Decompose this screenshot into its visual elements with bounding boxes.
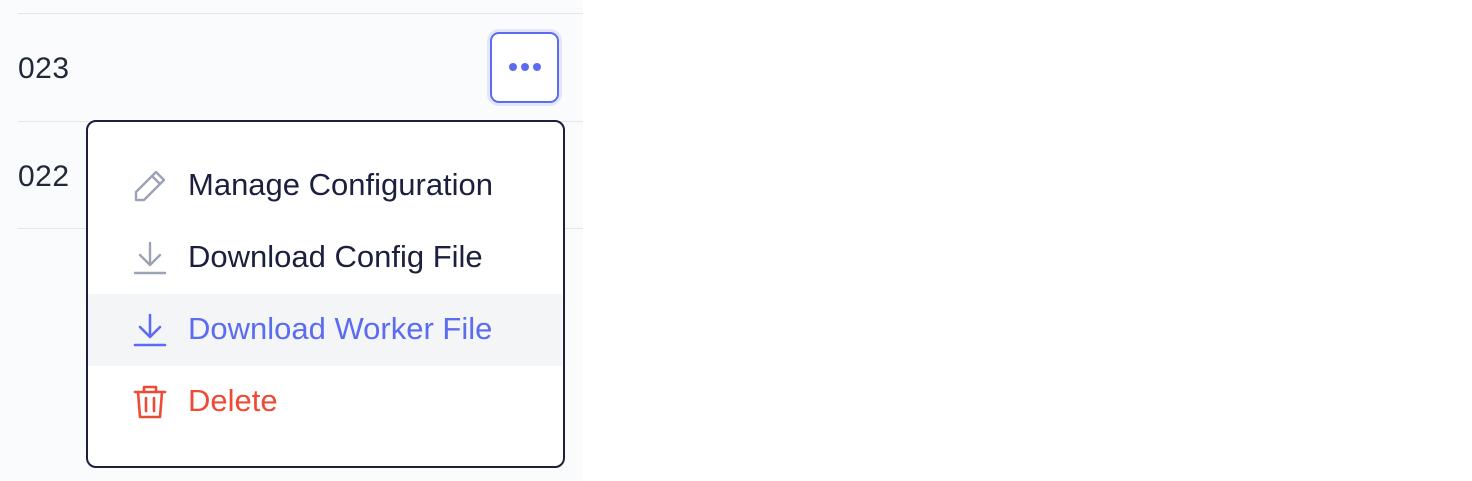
menu-item-label: Delete [188,383,278,418]
trash-icon [132,384,168,420]
menu-item-label: Download Config File [188,239,483,274]
pencil-icon [132,168,168,204]
row-name-cell: 022 [18,160,70,193]
row-actions-button[interactable] [490,32,559,103]
row-actions-menu: Manage Configuration Download Config Fil… [86,120,565,468]
download-icon [132,240,168,276]
row-name-cell: 023 [18,52,70,85]
menu-item-download-worker-file[interactable]: Download Worker File [88,294,562,366]
more-horizontal-icon [507,59,543,77]
screen: 023 022 Manage Configuration Download Co… [0,0,1472,481]
menu-item-delete[interactable]: Delete [88,366,562,438]
menu-item-label: Download Worker File [188,311,493,346]
menu-item-label: Manage Configuration [188,167,494,202]
menu-item-download-config-file[interactable]: Download Config File [88,222,562,294]
menu-item-manage-configuration[interactable]: Manage Configuration [88,150,562,222]
download-icon [132,312,168,348]
